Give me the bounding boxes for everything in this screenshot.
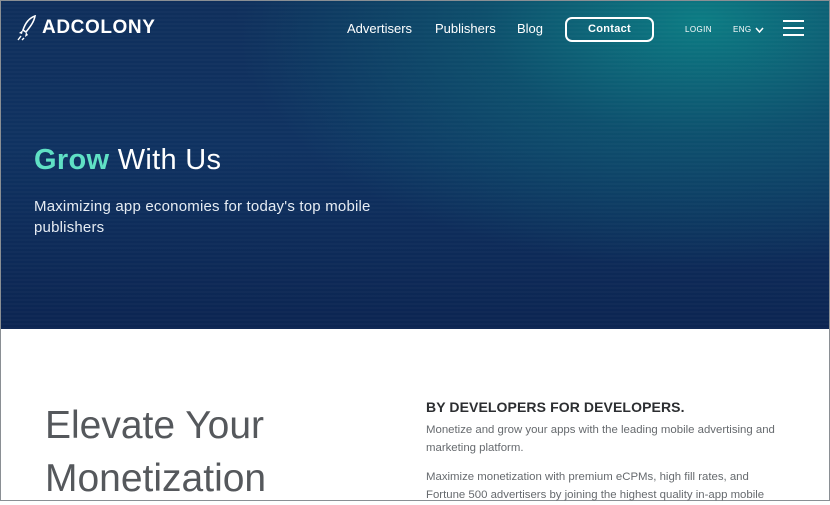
nav-link-blog[interactable]: Blog [517, 21, 543, 36]
login-link[interactable]: LOGIN [685, 25, 712, 34]
developers-heading: BY DEVELOPERS FOR DEVELOPERS. [426, 399, 685, 415]
hero-title-rest: With Us [117, 144, 222, 176]
nav-link-publishers[interactable]: Publishers [435, 21, 496, 36]
chevron-down-icon [754, 27, 764, 33]
developers-paragraph-2: Maximize monetization with premium eCPMs… [426, 471, 765, 501]
hero-title-accent: Grow [34, 144, 110, 176]
section-heading: Elevate Your Monetization [45, 404, 267, 500]
logo[interactable]: ADCOLONY [17, 14, 156, 42]
language-label: ENG [733, 25, 752, 34]
developers-paragraph-1: Monetize and grow your apps with the lea… [426, 424, 775, 454]
hero-subtitle: Maximizing app economies for today's top… [34, 198, 371, 236]
top-navigation: ADCOLONY Advertisers Publishers Blog Con… [1, 1, 829, 57]
rocket-logo-icon [17, 15, 36, 41]
language-selector[interactable]: ENG [733, 25, 764, 34]
hero-title: Grow With Us [34, 144, 221, 177]
nav-link-advertisers[interactable]: Advertisers [347, 21, 412, 36]
hero-banner: ADCOLONY Advertisers Publishers Blog Con… [1, 1, 829, 329]
contact-button[interactable]: Contact [565, 17, 654, 42]
hamburger-menu-icon[interactable] [783, 20, 804, 36]
logo-text: ADCOLONY [42, 17, 156, 38]
